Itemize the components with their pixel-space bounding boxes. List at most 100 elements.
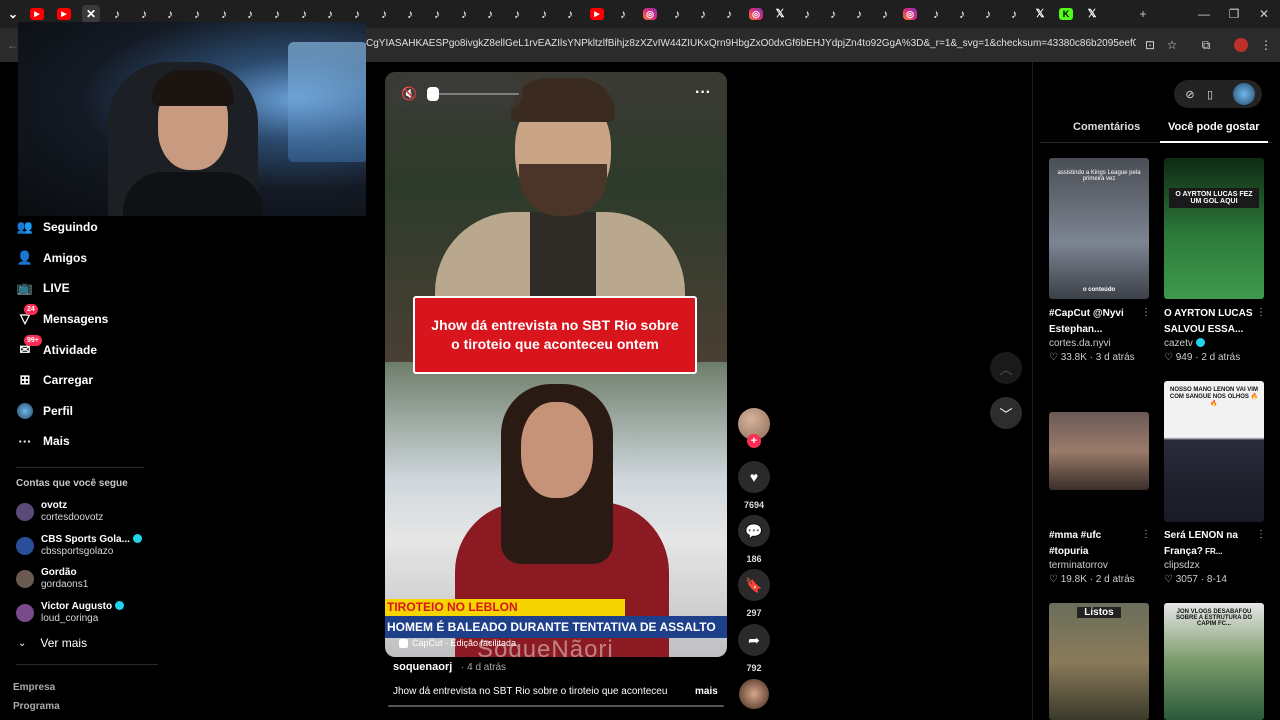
- mute-icon[interactable]: 🔇: [401, 86, 417, 102]
- recommended-video-title[interactable]: #CapCut @Nyvi Estephan...: [1049, 306, 1139, 338]
- tab-instagram[interactable]: ◎: [747, 5, 765, 23]
- recommended-video-author[interactable]: cazetv: [1164, 338, 1205, 349]
- bookmark-star-icon[interactable]: ☆: [1163, 36, 1181, 54]
- comment-icon[interactable]: 💬: [738, 515, 770, 547]
- video-author[interactable]: soquenaorj: [393, 661, 452, 673]
- previous-video-button[interactable]: ︿: [990, 352, 1022, 384]
- sidebar-item-perfil[interactable]: Perfil: [16, 400, 73, 422]
- tab-x[interactable]: 𝕏: [771, 5, 789, 23]
- recommended-video-thumbnail[interactable]: [1049, 412, 1149, 490]
- tab-instagram[interactable]: ◎: [641, 5, 659, 23]
- tab-you-may-like[interactable]: Você pode gostar: [1168, 121, 1259, 133]
- tab-tiktok[interactable]: ♪: [824, 5, 842, 23]
- tab-tiktok[interactable]: ♪: [850, 5, 868, 23]
- recommended-video-thumbnail[interactable]: O AYRTON LUCAS FEZ UM GOL AQUI: [1164, 158, 1264, 299]
- tab-tiktok[interactable]: ♪: [694, 5, 712, 23]
- share-action[interactable]: ➦ 792: [738, 624, 770, 673]
- volume-control[interactable]: 🔇: [391, 78, 523, 110]
- tab-active-tiktok[interactable]: ✕: [82, 5, 100, 23]
- tab-tiktok[interactable]: ♪: [720, 5, 738, 23]
- tab-tiktok[interactable]: ♪: [108, 5, 126, 23]
- tab-tiktok[interactable]: ♪: [241, 5, 259, 23]
- heart-icon[interactable]: ♥: [738, 461, 770, 493]
- tab-tiktok[interactable]: ♪: [135, 5, 153, 23]
- tab-tiktok[interactable]: ♪: [321, 5, 339, 23]
- tab-tiktok[interactable]: ♪: [953, 5, 971, 23]
- recommended-video-title[interactable]: Será LENON na França? FR...: [1164, 528, 1254, 560]
- tab-tiktok[interactable]: ♪: [798, 5, 816, 23]
- following-account[interactable]: Gordão gordaons1: [16, 566, 88, 592]
- tab-tiktok[interactable]: ♪: [535, 5, 553, 23]
- tab-tiktok[interactable]: ♪: [561, 5, 579, 23]
- volume-track[interactable]: [439, 93, 519, 95]
- tab-tiktok[interactable]: ♪: [401, 5, 419, 23]
- recommended-video-title[interactable]: O AYRTON LUCAS SALVOU ESSA...: [1164, 306, 1254, 338]
- tab-tiktok[interactable]: ♪: [455, 5, 473, 23]
- tab-tiktok[interactable]: ♪: [375, 5, 393, 23]
- music-disc-icon[interactable]: [739, 679, 769, 709]
- caption-more-link[interactable]: mais: [695, 686, 718, 697]
- video-menu-icon[interactable]: ⋮: [1141, 529, 1151, 540]
- sidebar-item-atividade[interactable]: ✉ 99+ Atividade: [16, 335, 97, 361]
- tab-tiktok[interactable]: ♪: [979, 5, 997, 23]
- tab-tiktok[interactable]: ♪: [215, 5, 233, 23]
- video-menu-icon[interactable]: ⋮: [1256, 529, 1266, 540]
- video-progress-bar[interactable]: [388, 705, 724, 707]
- tab-tiktok[interactable]: ♪: [188, 5, 206, 23]
- see-more-button[interactable]: ⌄ Ver mais: [18, 636, 87, 650]
- recommended-video-title[interactable]: #mma #ufc #topuria: [1049, 528, 1139, 560]
- tab-tiktok[interactable]: ♪: [876, 5, 894, 23]
- extensions-icon[interactable]: ⧉: [1197, 36, 1215, 54]
- video-menu-icon[interactable]: ⋮: [1256, 307, 1266, 318]
- recommended-video-thumbnail[interactable]: assistindo a Kings League pela primeira …: [1049, 158, 1149, 299]
- following-account[interactable]: Victor Augusto loud_coringa: [16, 600, 125, 626]
- tab-tiktok[interactable]: ♪: [927, 5, 945, 23]
- tab-tiktok[interactable]: ♪: [1005, 5, 1023, 23]
- maximize-button[interactable]: ❐: [1224, 4, 1244, 24]
- recommended-video-thumbnail[interactable]: NOSSO MANO LENON VAI VIM COM SANGUE NOS …: [1164, 381, 1264, 522]
- follow-plus-icon[interactable]: +: [747, 434, 761, 448]
- tab-youtube[interactable]: ▶: [28, 5, 46, 23]
- tab-instagram[interactable]: ◎: [901, 5, 919, 23]
- tab-search-button[interactable]: ⌄: [4, 5, 22, 23]
- sidebar-item-mensagens[interactable]: ▽ 24 Mensagens: [16, 304, 108, 330]
- volume-slider-handle[interactable]: [427, 87, 439, 101]
- url-input[interactable]: CgYIASAHKAESPgo8ivgkZ8ellGeL1rvEAZIlsYNP…: [366, 38, 1136, 49]
- footer-link-programa[interactable]: Programa: [13, 701, 60, 712]
- tab-comments[interactable]: Comentários: [1073, 121, 1140, 133]
- browser-menu-icon[interactable]: ⋮: [1257, 36, 1275, 54]
- tab-x[interactable]: 𝕏: [1083, 5, 1101, 23]
- install-app-icon[interactable]: ⊡: [1141, 36, 1159, 54]
- following-account[interactable]: ovotz cortesdoovotz: [16, 499, 103, 525]
- tab-tiktok[interactable]: ♪: [481, 5, 499, 23]
- tab-tiktok[interactable]: ♪: [295, 5, 313, 23]
- tab-tiktok[interactable]: ♪: [161, 5, 179, 23]
- sidebar-item-amigos[interactable]: 👤 Amigos: [16, 247, 87, 269]
- coin-icon[interactable]: ⊘: [1182, 86, 1198, 102]
- tab-tiktok[interactable]: ♪: [614, 5, 632, 23]
- tab-youtube[interactable]: ▶: [588, 5, 606, 23]
- recommended-video-thumbnail[interactable]: Listos: [1049, 603, 1149, 720]
- sidebar-item-carregar[interactable]: ⊞ Carregar: [16, 369, 93, 391]
- footer-link-empresa[interactable]: Empresa: [13, 682, 55, 693]
- share-icon[interactable]: ➦: [738, 624, 770, 656]
- save-action[interactable]: 🔖 297: [738, 569, 770, 618]
- sidebar-item-live[interactable]: 📺 LIVE: [16, 277, 70, 299]
- tab-kick[interactable]: K: [1057, 5, 1075, 23]
- sidebar-item-seguindo[interactable]: 👥 Seguindo: [16, 216, 98, 238]
- like-action[interactable]: ♥ 7694: [738, 461, 770, 510]
- more-options-icon[interactable]: ···: [695, 84, 711, 102]
- mobile-icon[interactable]: ▯: [1202, 86, 1218, 102]
- bookmark-icon[interactable]: 🔖: [738, 569, 770, 601]
- tab-youtube[interactable]: ▶: [55, 5, 73, 23]
- recommended-video-author[interactable]: terminatorrov: [1049, 560, 1108, 571]
- recommended-video-author[interactable]: cortes.da.nyvi: [1049, 338, 1111, 349]
- tab-x[interactable]: 𝕏: [1031, 5, 1049, 23]
- video-menu-icon[interactable]: ⋮: [1141, 307, 1151, 318]
- close-window-button[interactable]: ✕: [1254, 4, 1274, 24]
- following-account[interactable]: CBS Sports Gola... cbssportsgolazo: [16, 533, 142, 559]
- next-video-button[interactable]: ﹀: [990, 397, 1022, 429]
- tab-tiktok[interactable]: ♪: [348, 5, 366, 23]
- new-tab-button[interactable]: +: [1133, 4, 1153, 24]
- sidebar-item-mais[interactable]: ··· Mais: [16, 430, 70, 452]
